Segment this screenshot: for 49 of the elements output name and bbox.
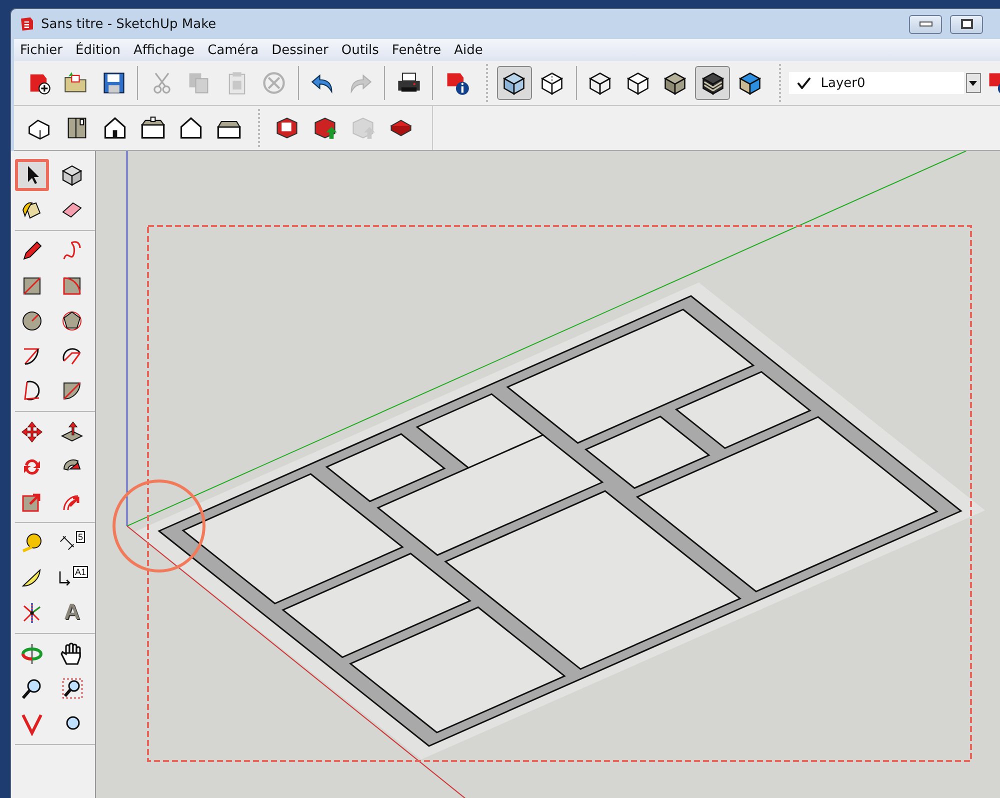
push-pull-icon xyxy=(60,420,84,444)
move-arrows-icon xyxy=(20,420,44,444)
tool-label: A1 xyxy=(72,566,88,578)
tool-button[interactable]: A1 xyxy=(55,562,89,594)
menu-item[interactable]: Aide xyxy=(448,42,490,58)
menu-item[interactable]: Outils xyxy=(335,42,386,58)
minimize-icon xyxy=(918,21,932,27)
menu-item[interactable]: Fichier xyxy=(14,42,70,58)
circle-icon xyxy=(20,309,44,333)
wireframe-cube-icon xyxy=(587,70,614,96)
upload-icon xyxy=(312,115,338,141)
maximize-button[interactable] xyxy=(950,14,983,34)
window-title: Sans titre - SketchUp Make xyxy=(41,16,216,32)
toolbar-button[interactable] xyxy=(694,66,730,100)
polygon-icon xyxy=(60,309,84,333)
app-logo-icon xyxy=(19,16,35,32)
maximize-icon xyxy=(960,19,972,29)
orbit-icon xyxy=(20,642,44,666)
tool-button[interactable]: 5 xyxy=(55,527,89,559)
menu-item[interactable]: Dessiner xyxy=(266,42,336,58)
box-logo-icon xyxy=(274,115,300,141)
tape-measure-icon xyxy=(20,531,44,555)
hand-icon xyxy=(60,642,84,666)
two-tone-cube-icon xyxy=(737,70,764,96)
tool-button[interactable] xyxy=(15,159,49,191)
toolbar-button[interactable] xyxy=(496,66,532,100)
tool-label: 5 xyxy=(76,531,85,543)
zoom-extents-icon xyxy=(20,712,44,736)
menu-item[interactable]: Édition xyxy=(70,42,128,58)
minimize-button[interactable] xyxy=(909,14,942,34)
layer-dropdown[interactable]: Layer0 xyxy=(788,72,964,94)
hidden-line-cube-icon xyxy=(624,70,651,96)
menu-item[interactable]: Affichage xyxy=(127,42,202,58)
layer-name: Layer0 xyxy=(820,76,866,90)
caret-icon xyxy=(969,80,978,86)
component-cube-icon xyxy=(60,163,84,187)
pencil-icon xyxy=(20,239,44,263)
textured-cube-icon xyxy=(700,70,726,96)
dimension-icon xyxy=(58,535,75,551)
share-icon xyxy=(350,115,376,141)
menu-item[interactable]: Fenêtre xyxy=(386,42,448,58)
dropdown-button[interactable] xyxy=(966,73,981,93)
dashed-cube-icon xyxy=(538,70,565,96)
translucent-cube-icon xyxy=(501,70,528,96)
zoom-window-icon xyxy=(60,677,84,701)
tool-label: A xyxy=(63,600,81,624)
shaded-cube-icon xyxy=(662,70,688,96)
menu-item[interactable]: Caméra xyxy=(202,42,266,58)
delete-icon xyxy=(261,70,288,96)
